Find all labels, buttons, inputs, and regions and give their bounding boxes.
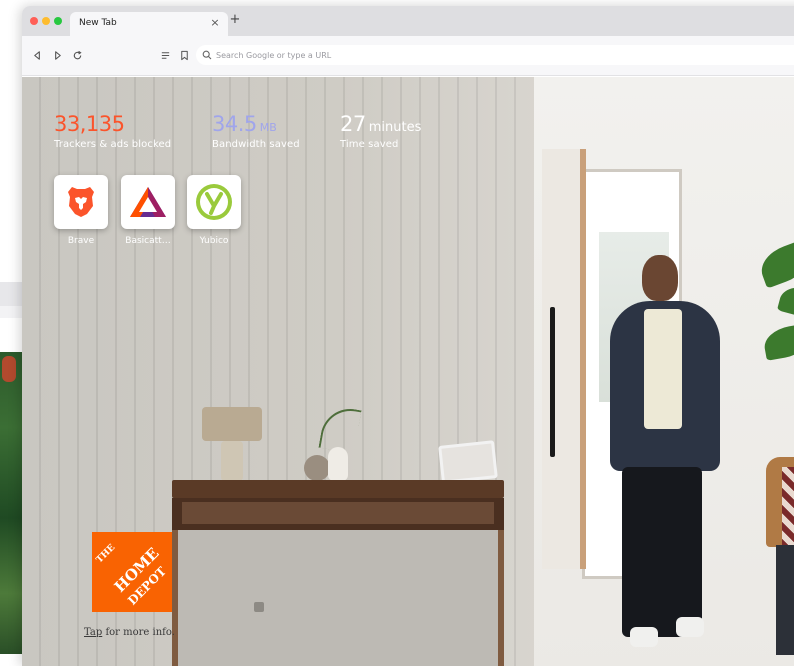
- new-tab-page: 33,135 Trackers & ads blocked 34.5 MB Ban…: [22, 77, 794, 666]
- trackers-blocked-count: 33,135: [54, 112, 125, 136]
- background-person: [590, 255, 750, 666]
- background-console-shelf-inner: [182, 502, 494, 524]
- new-tab-button[interactable]: +: [228, 13, 242, 27]
- background-lamp-base: [221, 441, 243, 481]
- reload-button[interactable]: [70, 48, 84, 62]
- sponsored-info-text: Tap for more info.: [84, 627, 175, 638]
- back-button[interactable]: [30, 48, 44, 62]
- bat-triangle-icon: [130, 187, 166, 217]
- forward-button[interactable]: [50, 48, 64, 62]
- top-site-yubico[interactable]: Yubico: [187, 175, 241, 246]
- stat-trackers: 33,135 Trackers & ads blocked: [54, 111, 171, 150]
- top-site-label: Yubico: [199, 236, 229, 246]
- tab-new-tab[interactable]: New Tab ×: [70, 12, 228, 36]
- time-saved-unit: minutes: [368, 120, 422, 135]
- more-info-text: for more info.: [102, 627, 175, 638]
- stat-bandwidth: 34.5 MB Bandwidth saved: [212, 111, 300, 150]
- background-console-top: [172, 480, 504, 498]
- home-depot-logo-text: THE HOME DEPOT: [95, 539, 169, 608]
- time-saved-value: 27: [340, 112, 366, 136]
- search-icon: [202, 50, 212, 60]
- background-plant: [750, 227, 794, 377]
- background-bowl: [304, 455, 330, 481]
- bandwidth-saved-unit: MB: [259, 121, 277, 134]
- tap-link[interactable]: Tap: [84, 627, 102, 638]
- top-site-basic-attention-token[interactable]: Basicatt…: [121, 175, 175, 246]
- bandwidth-saved-label: Bandwidth saved: [212, 139, 300, 150]
- forward-icon: [54, 50, 61, 60]
- tab-close-icon[interactable]: ×: [208, 16, 222, 30]
- top-site-label: Brave: [67, 236, 95, 246]
- minimize-window-button[interactable]: [42, 17, 50, 25]
- browser-window: New Tab × + Search Google or type a URL …: [22, 6, 794, 666]
- yubico-icon: [196, 184, 232, 220]
- top-site-brave[interactable]: Brave: [54, 175, 108, 246]
- tab-title: New Tab: [79, 18, 117, 28]
- bookmark-button[interactable]: [177, 48, 191, 62]
- url-bar[interactable]: [196, 45, 794, 65]
- reader-icon: [161, 51, 169, 59]
- top-site-bat-tile[interactable]: [121, 175, 175, 229]
- background-vase: [328, 447, 348, 481]
- time-saved-label: Time saved: [340, 139, 399, 150]
- background-lamp: [202, 407, 262, 441]
- trackers-blocked-label: Trackers & ads blocked: [54, 139, 172, 150]
- background-door: [542, 149, 586, 569]
- url-input[interactable]: [216, 47, 794, 63]
- logo-word-1: THE: [94, 542, 118, 566]
- background-child: [758, 427, 794, 666]
- home-depot-logo[interactable]: THE HOME DEPOT: [92, 532, 172, 612]
- background-console-knob: [254, 602, 264, 612]
- background-door-handle: [550, 307, 555, 457]
- tab-strip: New Tab × +: [22, 6, 794, 36]
- background-console-cabinet: [172, 530, 504, 666]
- background-smart-display: [438, 440, 498, 484]
- stat-time: 27 minutes Time saved: [340, 111, 421, 150]
- bookmark-icon: [180, 50, 188, 60]
- top-site-brave-tile[interactable]: [54, 175, 108, 229]
- top-site-label: Basicatt…: [125, 236, 171, 246]
- top-site-yubico-tile[interactable]: [187, 175, 241, 229]
- toolbar: [22, 36, 794, 76]
- bandwidth-saved-value: 34.5: [212, 112, 257, 136]
- back-icon: [33, 50, 40, 60]
- reload-icon: [73, 50, 82, 59]
- brave-lion-icon: [68, 187, 94, 217]
- reader-mode-button[interactable]: [158, 48, 172, 62]
- close-window-button[interactable]: [30, 17, 38, 25]
- zoom-window-button[interactable]: [54, 17, 62, 25]
